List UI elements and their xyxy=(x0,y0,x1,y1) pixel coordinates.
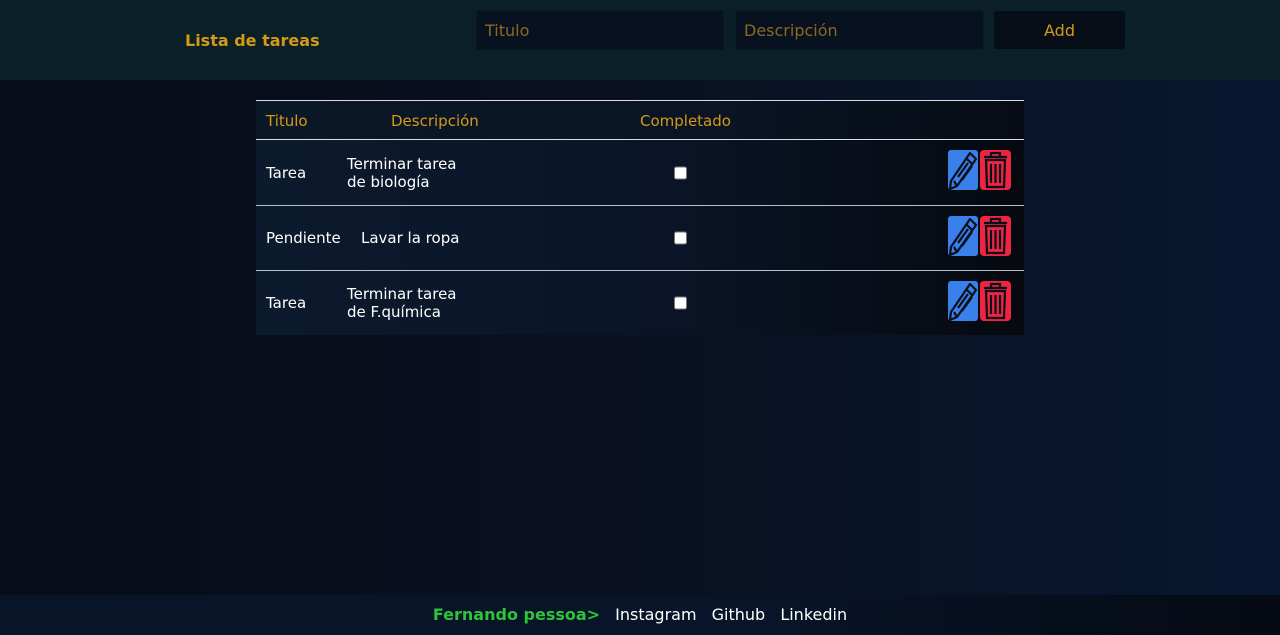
title-input[interactable] xyxy=(476,10,724,50)
add-button[interactable]: Add xyxy=(994,11,1125,49)
description-input[interactable] xyxy=(735,10,984,50)
completed-checkbox[interactable] xyxy=(674,166,687,179)
task-description-line: Terminar tarea xyxy=(347,154,457,173)
task-description: Terminar tarea de biología xyxy=(347,155,477,191)
instagram-link[interactable]: Instagram xyxy=(615,605,696,624)
column-header-completed: Completado xyxy=(640,112,731,130)
task-description-line: de F.química xyxy=(347,303,441,321)
trash-icon xyxy=(984,282,1007,320)
github-link[interactable]: Github xyxy=(712,605,766,624)
task-description: Lavar la ropa xyxy=(361,229,491,247)
trash-icon xyxy=(984,217,1007,255)
edit-button[interactable] xyxy=(948,150,978,190)
top-bar: Lista de tareas Add xyxy=(0,0,1280,80)
linkedin-link[interactable]: Linkedin xyxy=(780,605,847,624)
app-title: Lista de tareas xyxy=(185,31,320,50)
table-row: Tarea Terminar tarea de F.química xyxy=(256,270,1024,335)
task-description-line: Lavar la ropa xyxy=(361,229,460,247)
task-title: Tarea xyxy=(266,294,307,312)
delete-button[interactable] xyxy=(980,281,1011,321)
delete-button[interactable] xyxy=(980,216,1011,256)
pencil-icon xyxy=(948,217,978,256)
task-title: Tarea xyxy=(266,163,307,182)
task-description: Terminar tarea de F.química xyxy=(347,285,477,321)
edit-button[interactable] xyxy=(948,281,978,321)
pencil-icon xyxy=(948,151,978,190)
task-description-line: Terminar tarea xyxy=(347,285,457,303)
task-title: Pendiente xyxy=(266,229,341,247)
delete-button[interactable] xyxy=(980,150,1011,190)
completed-checkbox[interactable] xyxy=(674,231,687,245)
footer-author: Fernando pessoa> xyxy=(432,605,601,624)
task-table: Titulo Descripción Completado Tarea Term… xyxy=(256,100,1024,335)
task-description-line: de biología xyxy=(347,172,430,191)
trash-icon xyxy=(984,151,1007,189)
table-row: Tarea Terminar tarea de biología xyxy=(256,140,1024,205)
pencil-icon xyxy=(948,282,978,321)
footer: Fernando pessoa> Instagram Github Linked… xyxy=(0,595,1280,635)
column-header-description: Descripción xyxy=(391,112,479,130)
table-row: Pendiente Lavar la ropa xyxy=(256,205,1024,270)
column-header-title: Titulo xyxy=(266,112,308,130)
completed-checkbox[interactable] xyxy=(674,296,687,310)
edit-button[interactable] xyxy=(948,216,978,256)
table-header: Titulo Descripción Completado xyxy=(256,100,1024,140)
